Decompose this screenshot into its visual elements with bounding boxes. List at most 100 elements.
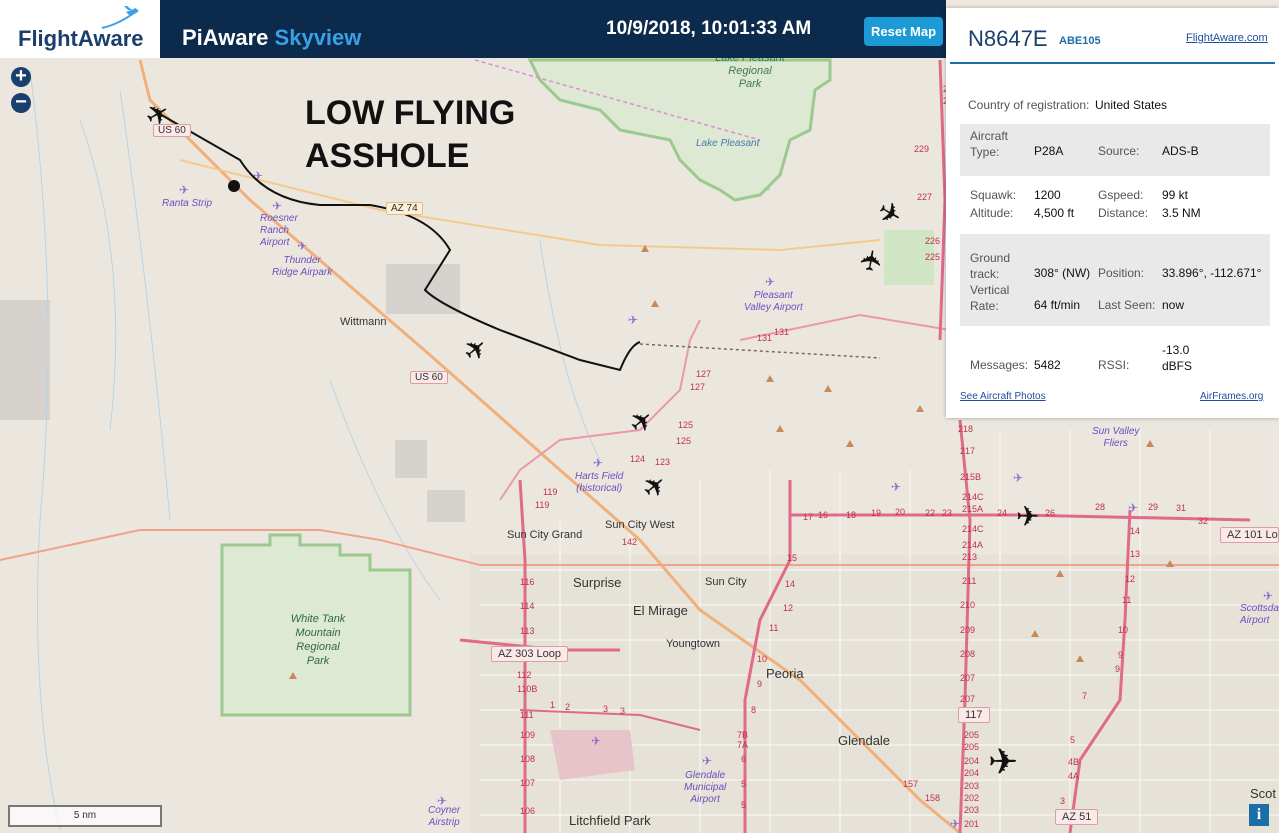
info-button[interactable]: i <box>1249 804 1269 826</box>
svg-text:16: 16 <box>818 510 828 520</box>
svg-text:119: 119 <box>543 487 557 497</box>
svg-text:17: 17 <box>803 512 813 522</box>
place-youngtown: Youngtown <box>666 638 721 650</box>
clock: 10/9/2018, 10:01:33 AM <box>606 18 812 39</box>
svg-text:142: 142 <box>622 537 637 547</box>
svg-text:227: 227 <box>917 192 932 202</box>
scale-bar: 5 nm <box>8 805 162 827</box>
place-sun-city-west: Sun City West <box>605 519 675 531</box>
distance-label: Distance: <box>1098 206 1149 220</box>
place-wittmann: Wittmann <box>340 316 387 328</box>
squawk-label: Squawk: <box>970 188 1017 202</box>
place-el-mirage: El Mirage <box>633 603 688 618</box>
svg-text:203: 203 <box>964 781 979 791</box>
svg-text:9: 9 <box>757 679 762 689</box>
app-title-main: PiAware <box>182 25 269 50</box>
svg-text:24: 24 <box>997 508 1007 518</box>
place-surprise: Surprise <box>573 575 622 590</box>
divider <box>950 62 1275 64</box>
svg-text:15: 15 <box>787 553 797 563</box>
aircraft-photos-link[interactable]: See Aircraft Photos <box>960 391 1046 402</box>
svg-text:207: 207 <box>960 694 975 704</box>
annotation-line-2: ASSHOLE <box>305 137 470 175</box>
svg-text:✈: ✈ <box>297 239 307 253</box>
road-label: AZ 74 <box>386 202 423 215</box>
flightaware-logo[interactable]: FlightAware <box>0 0 160 58</box>
svg-text:14: 14 <box>1130 526 1140 536</box>
place-sun-city: Sun City <box>705 576 747 588</box>
track-label: Ground track: <box>970 251 1011 281</box>
svg-text:4A: 4A <box>1068 771 1079 781</box>
svg-text:208: 208 <box>960 649 975 659</box>
svg-text:7B: 7B <box>737 730 748 740</box>
selected-aircraft-panel: N8647E ABE105 FlightAware.com Country of… <box>946 8 1279 418</box>
svg-text:✈: ✈ <box>1013 471 1023 485</box>
country-value: United States <box>1095 98 1168 112</box>
svg-text:3: 3 <box>1060 796 1065 806</box>
svg-text:3: 3 <box>603 704 608 714</box>
svg-text:4B: 4B <box>1068 757 1079 767</box>
messages-value: 5482 <box>1034 358 1061 372</box>
flightaware-link[interactable]: FlightAware.com <box>1186 32 1268 44</box>
svg-text:✈: ✈ <box>702 754 712 768</box>
svg-text:14: 14 <box>785 579 795 589</box>
svg-text:119: 119 <box>535 500 549 510</box>
svg-text:32: 32 <box>1198 516 1208 526</box>
lastseen-label: Last Seen: <box>1098 298 1156 312</box>
svg-text:✈: ✈ <box>272 199 282 213</box>
svg-text:26: 26 <box>1045 508 1055 518</box>
zoom-in-button[interactable]: + <box>11 66 31 87</box>
logo-text: FlightAware <box>18 26 144 51</box>
aircraft-type-label: Aircraft Type: <box>970 129 1009 159</box>
svg-text:28: 28 <box>1095 502 1105 512</box>
aircraft-icon[interactable]: ✈ <box>988 741 1018 783</box>
svg-text:114: 114 <box>520 601 534 611</box>
svg-text:204: 204 <box>964 756 979 766</box>
svg-text:124: 124 <box>630 454 645 464</box>
road-label: 117 <box>958 707 990 723</box>
place-thunder: Thunder Ridge Airpark <box>272 255 333 278</box>
svg-text:131: 131 <box>757 333 772 343</box>
track-value: 308° (NW) <box>1034 266 1091 280</box>
svg-text:7A: 7A <box>737 740 748 750</box>
svg-text:210: 210 <box>960 600 975 610</box>
svg-text:23: 23 <box>942 508 952 518</box>
svg-text:107: 107 <box>520 778 535 788</box>
place-white-tank: White Tank Mountain Regional Park <box>290 613 346 667</box>
svg-text:29: 29 <box>1148 502 1158 512</box>
place-pleasant-valley: Pleasant Valley Airport <box>744 290 803 313</box>
rssi-value: -13.0 dBFS <box>1162 343 1193 373</box>
svg-text:✈: ✈ <box>950 817 960 831</box>
svg-text:215B: 215B <box>960 472 981 482</box>
zoom-out-button[interactable]: − <box>11 92 31 113</box>
svg-text:1: 1 <box>550 700 555 710</box>
place-sun-valley: Sun Valley Fliers <box>1092 426 1140 449</box>
road-label: AZ 51 <box>1055 809 1099 825</box>
svg-text:217: 217 <box>960 446 975 456</box>
reset-map-button[interactable]: Reset Map <box>864 17 943 46</box>
place-peoria: Peoria <box>766 666 804 681</box>
vrate-value: 64 ft/min <box>1034 298 1081 312</box>
position-value: 33.896°, -112.671° <box>1162 266 1262 280</box>
svg-text:214A: 214A <box>962 540 983 550</box>
road-label: AZ 101 Loo <box>1220 527 1279 543</box>
svg-text:157: 157 <box>903 779 918 789</box>
svg-text:209: 209 <box>960 625 975 635</box>
svg-text:108: 108 <box>520 754 535 764</box>
svg-text:5: 5 <box>741 779 746 789</box>
svg-text:203: 203 <box>964 805 979 815</box>
svg-text:9: 9 <box>1115 664 1120 674</box>
gspeed-value: 99 kt <box>1162 188 1189 202</box>
lastseen-value: now <box>1162 298 1185 312</box>
svg-text:218: 218 <box>958 424 973 434</box>
airframes-link[interactable]: AirFrames.org <box>1200 391 1263 402</box>
svg-text:110B: 110B <box>517 684 537 694</box>
source-value: ADS-B <box>1162 144 1199 158</box>
aircraft-icon[interactable]: ✈ <box>1016 500 1039 533</box>
svg-text:127: 127 <box>696 369 711 379</box>
svg-text:2: 2 <box>565 702 570 712</box>
svg-text:9: 9 <box>1118 650 1123 660</box>
svg-text:✈: ✈ <box>1263 589 1273 603</box>
app-title: PiAware Skyview <box>182 25 361 51</box>
svg-text:✈: ✈ <box>628 313 638 327</box>
